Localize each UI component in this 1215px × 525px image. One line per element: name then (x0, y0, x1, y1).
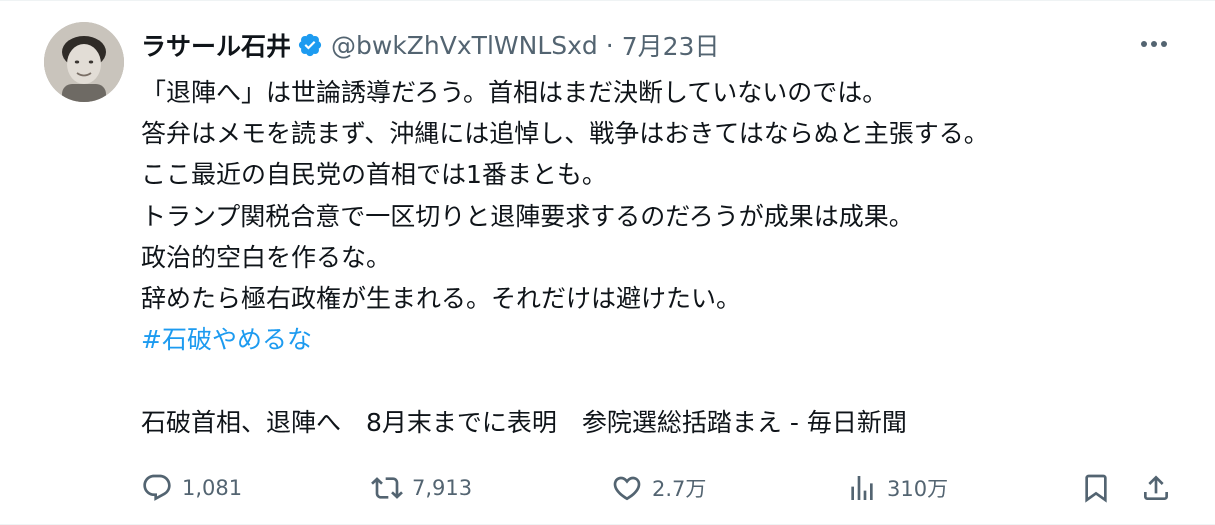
views-button[interactable]: 310万 (846, 466, 948, 510)
link-card-title[interactable]: 石破首相、退陣へ 8月末までに表明 参院選総括踏まえ - 毎日新聞 (141, 402, 1181, 443)
tweet-line: 「退陣へ」は世論誘導だろう。首相はまだ決断していないのでは。 (141, 78, 888, 107)
retweet-button[interactable]: 7,913 (371, 466, 472, 510)
like-button[interactable]: 2.7万 (611, 466, 706, 510)
like-icon (613, 476, 641, 501)
views-count: 310万 (887, 477, 949, 501)
tweet-line: 答弁はメモを読まず、沖縄には追悼し、戦争はおきてはならぬと主張する。 (141, 119, 989, 149)
tweet-date[interactable]: 7月23日 (622, 27, 720, 63)
share-button[interactable] (1140, 466, 1172, 510)
action-bar: 1,081 7,913 2.7万 310万 (141, 466, 1181, 510)
tweet-line: 政治的空白を作るな。 (141, 242, 392, 272)
reply-count: 1,081 (182, 476, 243, 500)
verified-badge-icon (297, 32, 323, 58)
bookmark-button[interactable] (1080, 466, 1112, 510)
share-icon (1144, 475, 1168, 500)
retweet-icon (371, 477, 403, 499)
reply-button[interactable]: 1,081 (141, 466, 242, 510)
tweet-text: 「退陣へ」は世論誘導だろう。首相はまだ決断していないのでは。 答弁はメモを読まず… (141, 72, 1181, 443)
author-handle[interactable]: @bwkZhVxTlWNLSxd (331, 31, 598, 60)
tweet-line: トランプ関税合意で一区切りと退陣要求するのだろうが成果は成果。 (141, 201, 914, 231)
divider-top (0, 0, 1215, 1)
reply-icon (143, 474, 171, 501)
more-icon[interactable] (1137, 30, 1171, 58)
bookmark-icon (1085, 474, 1107, 503)
tweet-line: ここ最近の自民党の首相では1番まとも。 (141, 160, 607, 190)
retweet-count: 7,913 (412, 476, 473, 500)
views-icon (851, 476, 873, 500)
tweet-card[interactable]: ラサール石井 @bwkZhVxTlWNLSxd · 7月23日 「退陣へ」は世論… (0, 0, 1215, 525)
header-separator: · (605, 30, 614, 60)
tweet-line: 辞めたら極右政権が生まれる。それだけは避けたい。 (141, 283, 742, 313)
avatar[interactable] (44, 22, 124, 102)
tweet-header: ラサール石井 @bwkZhVxTlWNLSxd · 7月23日 (141, 26, 719, 64)
author-name[interactable]: ラサール石井 (141, 27, 291, 63)
like-count: 2.7万 (652, 477, 707, 501)
avatar-photo (44, 22, 124, 102)
hashtag-link[interactable]: #石破やめるな (141, 325, 312, 354)
